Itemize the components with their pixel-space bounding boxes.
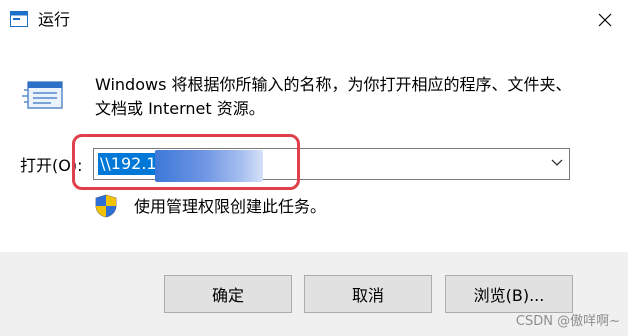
run-program-icon [22,81,63,109]
chevron-down-icon[interactable] [550,155,564,169]
title-bar: 运行 [0,0,628,40]
window-title: 运行 [38,10,71,29]
admin-note: 使用管理权限创建此任务。 [134,197,327,216]
ok-button[interactable]: 确定 [164,275,292,313]
uac-shield-icon [95,194,117,218]
close-button[interactable] [586,4,624,36]
run-description: Windows 将根据你所输入的名称，为你打开相应的程序、文件夹、文档或 Int… [95,75,572,118]
close-icon [598,13,612,27]
cancel-button[interactable]: 取消 [304,275,432,313]
browse-button[interactable]: 浏览(B)... [445,275,573,313]
run-app-icon [10,11,28,27]
watermark: CSDN @傲咩啊~ [515,314,620,329]
highlight-annotation [72,134,300,190]
